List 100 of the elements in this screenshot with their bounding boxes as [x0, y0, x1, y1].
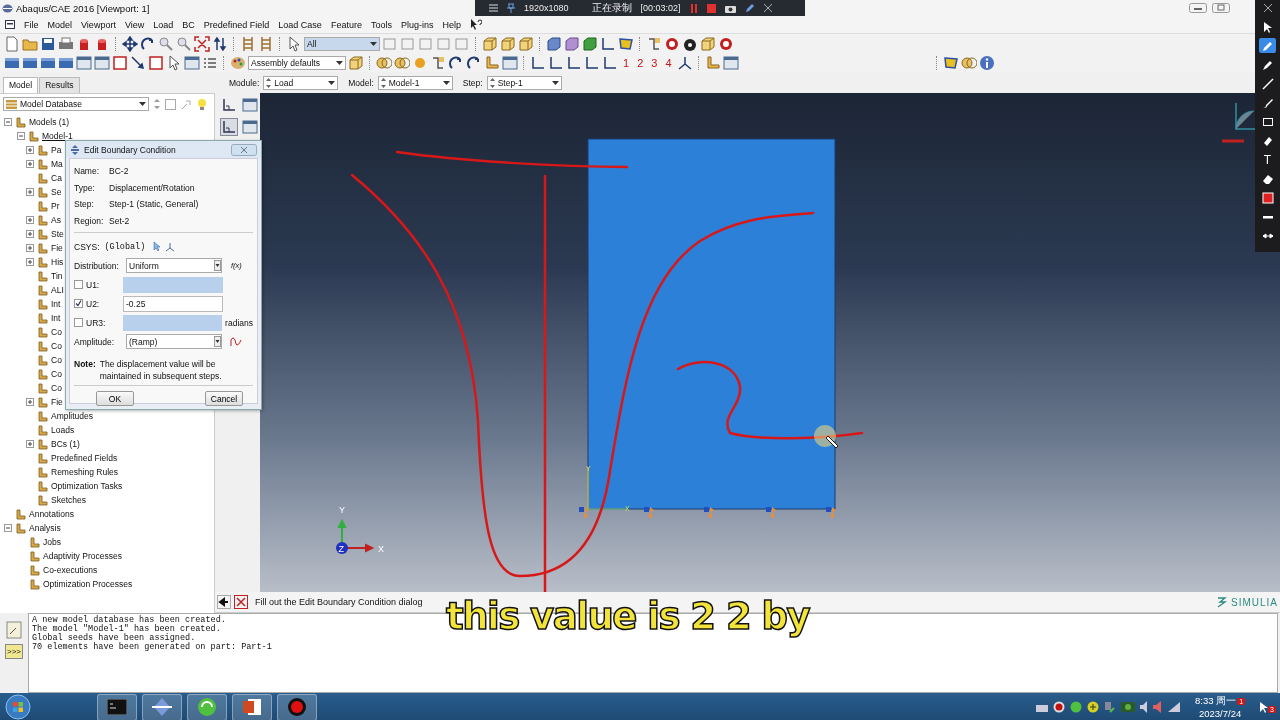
tree-item[interactable]: Fie	[51, 243, 63, 253]
menu-item[interactable]: File	[24, 19, 39, 30]
view-number-button[interactable]: 2	[634, 56, 647, 69]
dialog-button[interactable]: OK	[96, 391, 134, 406]
amplitude-dropdown[interactable]: (Ramp)	[126, 334, 222, 349]
tray-graphics-icon[interactable]	[1121, 702, 1136, 712]
tree-item[interactable]: Int	[51, 299, 61, 309]
tree-item[interactable]: Models (1)	[29, 117, 70, 127]
printer-icon[interactable]	[58, 35, 74, 52]
network-signal-icon[interactable]	[1168, 702, 1181, 712]
menu-item[interactable]: Feature	[330, 19, 362, 30]
tree-item[interactable]: Fie	[51, 397, 63, 407]
boundary-condition-icon[interactable]	[221, 97, 237, 113]
back-arrow-icon[interactable]	[217, 595, 231, 609]
distribution-dropdown[interactable]: Uniform	[126, 258, 222, 273]
up-down-arrows-icon[interactable]	[212, 35, 228, 52]
menu-item[interactable]: View	[124, 19, 145, 30]
selector-dropdown[interactable]: Step-1	[486, 76, 562, 90]
window-icon[interactable]	[76, 54, 92, 71]
pen-icon[interactable]	[744, 3, 755, 13]
bracket-icon[interactable]	[646, 35, 662, 52]
tab[interactable]: Model	[3, 77, 39, 93]
ladder-icon[interactable]	[240, 35, 256, 52]
expand-toggle[interactable]	[26, 230, 34, 238]
keyboard-icon[interactable]	[1036, 702, 1049, 712]
taskbar-app-button[interactable]	[187, 693, 227, 720]
window-icon[interactable]	[502, 54, 518, 71]
circles-icon[interactable]	[960, 54, 977, 71]
color-tool-button[interactable]	[1259, 190, 1276, 205]
axes-icon[interactable]	[566, 54, 582, 71]
tree-item[interactable]: Annotations	[29, 509, 74, 519]
selector-dropdown[interactable]: Load	[263, 76, 339, 90]
rotate-icon[interactable]	[448, 54, 464, 71]
tray-record-icon[interactable]	[1053, 701, 1066, 713]
expand-toggle[interactable]	[4, 524, 12, 532]
tray-volume-icon[interactable]	[1140, 701, 1149, 713]
close-icon[interactable]	[763, 4, 772, 12]
info-icon[interactable]	[978, 54, 995, 71]
restore-icon[interactable]	[1212, 3, 1230, 13]
menu-icon[interactable]	[489, 4, 498, 12]
palette-icon[interactable]	[230, 54, 246, 71]
fit-view-icon[interactable]	[194, 35, 210, 52]
taskbar-app-button[interactable]	[97, 693, 137, 720]
window-icon[interactable]	[94, 54, 110, 71]
expand-toggle[interactable]	[26, 188, 34, 196]
tab[interactable]: Results	[39, 77, 80, 93]
window-menu-icon[interactable]	[5, 20, 15, 29]
cube-icon[interactable]	[518, 35, 534, 52]
tree-item[interactable]: Co	[51, 355, 62, 365]
expand-toggle[interactable]	[26, 244, 34, 252]
tree-item[interactable]: Predefined Fields	[51, 453, 118, 463]
window-icon[interactable]	[184, 54, 200, 71]
cube-icon[interactable]	[564, 35, 580, 52]
cube-icon[interactable]	[482, 35, 498, 52]
cube-icon[interactable]	[546, 35, 562, 52]
command-line-button[interactable]: >>>	[5, 644, 23, 659]
expand-toggle[interactable]	[26, 398, 34, 406]
close-icon[interactable]	[1263, 4, 1272, 12]
pointer-icon[interactable]	[286, 35, 302, 52]
expand-toggle[interactable]	[4, 118, 12, 126]
axes-icon[interactable]	[530, 54, 546, 71]
menu-item[interactable]: BC	[182, 19, 195, 30]
tree-item[interactable]: Pa	[51, 145, 62, 155]
menu-item[interactable]: Predefined Field	[203, 19, 270, 30]
expand-toggle[interactable]	[26, 160, 34, 168]
text-box-icon[interactable]	[112, 54, 128, 71]
expand-toggle[interactable]	[17, 132, 25, 140]
tree-item[interactable]: Se	[51, 187, 62, 197]
manager-icon[interactable]	[242, 119, 258, 135]
axes-icon[interactable]	[600, 35, 616, 52]
start-button[interactable]	[5, 694, 31, 720]
volume-icon[interactable]	[1153, 701, 1164, 713]
menu-item[interactable]: Load Case	[278, 19, 322, 30]
pen-tool-button[interactable]	[1259, 38, 1276, 53]
tray-plus-icon[interactable]	[1087, 701, 1100, 713]
render-style-dropdown[interactable]: Assembly defaults	[248, 55, 346, 70]
expand-toggle[interactable]	[26, 440, 34, 448]
input-field[interactable]	[122, 314, 223, 331]
expand-toggle[interactable]	[26, 258, 34, 266]
pointer-icon[interactable]	[166, 54, 182, 71]
selector-dropdown[interactable]: Model-1	[377, 76, 453, 90]
view-number-button[interactable]: 4	[662, 56, 675, 69]
arrow-icon[interactable]	[130, 54, 146, 71]
ladder-icon[interactable]	[258, 35, 274, 52]
tree-item[interactable]: Adaptivity Processes	[43, 551, 122, 561]
text-tool-button[interactable]: T	[1259, 152, 1276, 167]
rotate-icon[interactable]	[466, 54, 482, 71]
model-database-dropdown[interactable]: Model Database	[3, 97, 149, 111]
tree-item[interactable]: Co-executions	[43, 565, 98, 575]
view-orientation-icon[interactable]	[1222, 102, 1257, 143]
menu-item[interactable]: Viewport	[81, 19, 116, 30]
amplitude-curve-icon[interactable]	[230, 336, 242, 347]
tray-smile-icon[interactable]	[1070, 701, 1083, 713]
part-icon[interactable]	[704, 54, 721, 71]
help-pointer-icon[interactable]	[469, 19, 482, 30]
tree-item[interactable]: Sketches	[51, 495, 86, 505]
tree-item[interactable]: Int	[51, 313, 61, 323]
triad-icon[interactable]	[165, 241, 176, 252]
triad-icon[interactable]	[676, 54, 693, 71]
axes-icon[interactable]	[548, 54, 564, 71]
